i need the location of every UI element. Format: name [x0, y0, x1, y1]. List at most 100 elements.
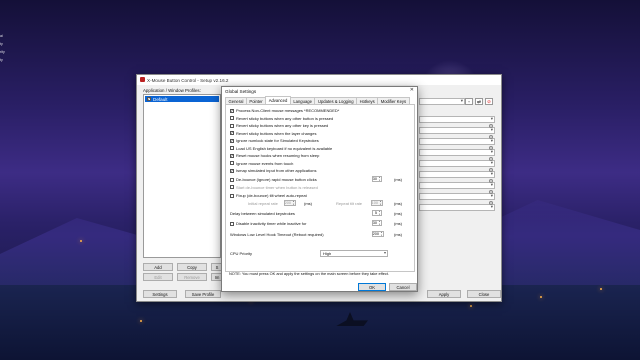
checkbox[interactable]: [230, 193, 234, 198]
option-label: Ignore numlock state for Simulated Keyst…: [236, 138, 319, 143]
radio-icon[interactable]: [489, 146, 493, 150]
apply-button[interactable]: Apply: [427, 290, 461, 298]
radio-icon[interactable]: [489, 135, 493, 139]
radio-icon[interactable]: [489, 201, 493, 205]
tilt-left-select[interactable]: [419, 193, 495, 200]
option-load-us-keyboard[interactable]: Load US English keyboard if no equivalen…: [230, 146, 332, 151]
option-revert-key[interactable]: Revert sticky buttons when any other key…: [230, 123, 328, 128]
tab-language[interactable]: Language: [289, 97, 316, 104]
checkbox[interactable]: [230, 146, 234, 150]
middle-button-select[interactable]: [419, 138, 495, 145]
tab-modifier-keys[interactable]: Modifier Keys: [377, 97, 410, 104]
copy-button[interactable]: Copy: [177, 263, 207, 271]
main-window-titlebar[interactable]: X-Mouse Button Control - Setup v2.16.2: [137, 75, 501, 85]
info-icon[interactable]: ▫: [465, 98, 473, 105]
cpu-priority-label: CPU Priority: [230, 251, 253, 256]
settings-note: NOTE: You must press OK and apply the se…: [229, 271, 389, 276]
main-window-title: X-Mouse Button Control - Setup v2.16.2: [147, 77, 229, 83]
remove-button[interactable]: Remove: [177, 273, 207, 281]
settings-tabs: General Pointer Advanced Language Update…: [225, 96, 410, 104]
right-button-select[interactable]: [419, 127, 495, 134]
checkbox[interactable]: [230, 161, 234, 165]
edit-button[interactable]: Edit: [143, 273, 173, 281]
desktop-icon-label[interactable]: rity: [0, 50, 10, 54]
save-profile-button[interactable]: Save Profile: [185, 290, 221, 298]
profile-checkbox[interactable]: [147, 96, 151, 101]
inactivity-input[interactable]: 30: [372, 220, 382, 226]
checkbox[interactable]: [230, 108, 234, 113]
option-ignore-touch[interactable]: Ignore mouse events from touch: [230, 161, 293, 166]
dialog-title: Global Settings: [225, 88, 257, 94]
radio-icon[interactable]: [489, 157, 493, 161]
tab-pointer[interactable]: Pointer: [245, 97, 267, 104]
option-fixup-tilt[interactable]: Fixup (de-bounce) tilt wheel auto-repeat: [230, 193, 307, 198]
tab-hotkeys[interactable]: Hotkeys: [356, 97, 379, 104]
add-button[interactable]: Add: [143, 263, 173, 271]
mouse-app-icon: [140, 77, 145, 82]
advanced-panel: Process Non-Client mouse messages *RECOM…: [225, 104, 415, 272]
layer-select[interactable]: [419, 98, 465, 105]
unit-label: (ms): [394, 177, 402, 182]
desktop-icon-label[interactable]: ai: [0, 34, 10, 38]
list-item[interactable]: Default: [145, 96, 219, 102]
checkbox[interactable]: [230, 221, 234, 226]
option-label: Disable inactivity timer while inactive …: [236, 221, 307, 226]
tab-updates-logging[interactable]: Updates & Logging: [314, 97, 358, 104]
delay-input[interactable]: 5: [372, 210, 382, 216]
tab-advanced[interactable]: Advanced: [265, 96, 291, 104]
profile-list[interactable]: Default: [143, 94, 221, 258]
desktop-icon-label[interactable]: ty: [0, 58, 10, 62]
ok-button[interactable]: OK: [358, 283, 386, 291]
dialog-titlebar[interactable]: Global Settings: [222, 87, 417, 95]
initial-repeat-input[interactable]: 200: [284, 200, 296, 206]
radio-icon[interactable]: [489, 168, 493, 172]
swap-icon[interactable]: ⇄: [475, 98, 483, 105]
option-ismap-simulated[interactable]: Ismap simulated input from other applica…: [230, 168, 316, 173]
close-button[interactable]: Close: [467, 290, 501, 298]
close-icon[interactable]: ✕: [410, 87, 414, 93]
radio-icon[interactable]: [489, 179, 493, 183]
checkbox[interactable]: [230, 177, 234, 182]
option-label: Ismap simulated input from other applica…: [236, 168, 317, 173]
profiles-label: Application / Window Profiles:: [143, 88, 201, 93]
button5-select[interactable]: [419, 160, 495, 167]
checkbox[interactable]: [230, 130, 234, 135]
option-debounce[interactable]: De-bounce (ignore) rapid mouse button cl…: [230, 177, 317, 182]
wheel-up-select[interactable]: [419, 171, 495, 178]
radio-icon[interactable]: [489, 124, 493, 128]
option-label: Load US English keyboard if no equivalen…: [236, 145, 333, 151]
delay-label: Delay between simulated keystrokes: [230, 211, 295, 216]
option-revert-layer[interactable]: Revert sticky buttons when the layer cha…: [230, 130, 317, 136]
checkbox[interactable]: [230, 153, 234, 158]
unit-label: (ms): [394, 211, 402, 216]
option-label: Process Non-Client mouse messages *RECOM…: [236, 108, 340, 113]
debounce-ms-input[interactable]: 30: [372, 176, 382, 182]
checkbox[interactable]: [230, 185, 234, 189]
checkbox[interactable]: [230, 116, 234, 120]
unit-label: (ms): [304, 201, 312, 206]
option-revert-button[interactable]: Revert sticky buttons when any other but…: [230, 116, 333, 121]
option-label: Ignore mouse events from touch: [236, 160, 294, 166]
left-button-select[interactable]: [419, 116, 495, 123]
button4-select[interactable]: [419, 149, 495, 156]
radio-icon[interactable]: [489, 190, 493, 194]
option-reset-hooks[interactable]: Reset mouse hooks when resuming from sle…: [230, 153, 319, 158]
tab-general[interactable]: General: [225, 97, 247, 104]
checkbox[interactable]: [230, 138, 234, 143]
option-ignore-numlock[interactable]: Ignore numlock state for Simulated Keyst…: [230, 138, 319, 143]
hook-timeout-input[interactable]: 200: [372, 231, 384, 237]
option-debounce-release[interactable]: Start de-bounce timer when button is rel…: [230, 185, 318, 190]
settings-button[interactable]: Settings: [143, 290, 177, 298]
checkbox[interactable]: [230, 123, 234, 128]
disable-icon[interactable]: ⊘: [485, 98, 493, 105]
desktop-icon-label[interactable]: ty: [0, 42, 10, 46]
wheel-down-select[interactable]: [419, 182, 495, 189]
cpu-priority-select[interactable]: High: [320, 250, 388, 257]
hook-timeout-label: Windows Low Level Hook Timeout (Reboot r…: [230, 232, 324, 237]
option-process-nonclient[interactable]: Process Non-Client mouse messages *RECOM…: [230, 108, 339, 113]
repeat-tilt-input[interactable]: 100: [371, 200, 383, 206]
option-disable-inactivity[interactable]: Disable inactivity timer while inactive …: [230, 221, 306, 226]
checkbox[interactable]: [230, 168, 234, 173]
tilt-right-select[interactable]: [419, 204, 495, 211]
cancel-button[interactable]: Cancel: [389, 283, 417, 291]
